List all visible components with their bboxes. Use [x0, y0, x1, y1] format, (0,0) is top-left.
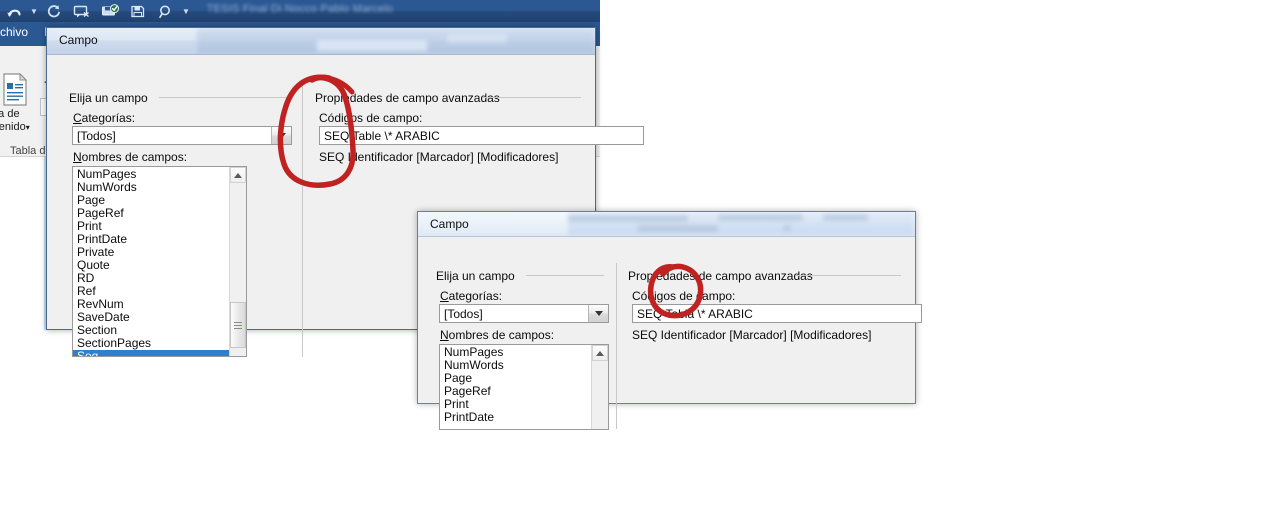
dialog1-nombres-label-rest: ombres de campos:: [81, 150, 188, 164]
screenshot-root: ▼ ▼ TESIS Final Di Nocco Pablo Marcelo c…: [0, 0, 1273, 522]
dialog1-categorias-dropdown-button[interactable]: [271, 127, 291, 144]
dialog2-title-bar: Campo: [418, 212, 915, 237]
scroll-up-button[interactable]: [592, 345, 608, 361]
dialog1-codigos-label: Códigos de campo:: [319, 111, 423, 125]
dialog2-fieldnames-items[interactable]: NumPages NumWords Page PageRef Print PrintDat…: [440, 346, 591, 424]
toc-label-line2: contenido: [0, 121, 26, 133]
dialog1-categorias-combo[interactable]: [Todos]: [72, 126, 292, 145]
dialog1-nombres-accel: N: [73, 150, 82, 164]
scrollbar-grip-icon: [234, 320, 242, 331]
dialog1-title-bar: Campo: [47, 28, 595, 55]
dialog2-fieldcodes-input[interactable]: SEQ Tabla \* ARABIC: [632, 304, 922, 323]
scrollbar-thumb[interactable]: [230, 302, 246, 348]
dialog2-nombres-label: Nombres de campos:: [440, 328, 554, 342]
dialog1-categorias-value: [Todos]: [77, 128, 116, 143]
dialog1-categorias-label: Categorías:: [73, 111, 135, 125]
chevron-down-icon: [277, 133, 286, 138]
dialog2-fieldnames-listbox[interactable]: NumPages NumWords Page PageRef Print PrintDat…: [439, 344, 609, 430]
dialog1-title: Campo: [59, 33, 98, 47]
dialog2-left-group-rule: [526, 275, 604, 276]
list-item[interactable]: PrintDate: [440, 411, 591, 424]
dialog2-group-separator: [616, 263, 617, 429]
dialog2-fieldcodes-hint: SEQ Identificador [Marcador] [Modificado…: [632, 328, 872, 342]
list-item[interactable]: RD: [73, 272, 229, 285]
dialog2-nombres-label-rest: ombres de campos:: [448, 328, 555, 342]
dialog1-group-separator: [302, 85, 303, 357]
dialog2-left-group-legend: Elija un campo: [436, 269, 515, 283]
dialog2-listbox-scrollbar[interactable]: [591, 345, 608, 429]
dialog1-listbox-scrollbar[interactable]: [229, 167, 246, 356]
dialog2-categorias-label-rest: ategorías:: [448, 289, 503, 303]
dialog2-categorias-dropdown-button[interactable]: [588, 305, 608, 322]
dialog1-left-group-rule: [159, 97, 287, 98]
list-item[interactable]: Seq: [73, 350, 229, 356]
dialog1-right-group-rule: [483, 97, 581, 98]
word-title-bar: ▼ ▼ TESIS Final Di Nocco Pablo Marcelo: [0, 0, 600, 22]
dialog1-fieldnames-items[interactable]: NumPages NumWords Page PageRef Print PrintDat…: [73, 168, 229, 356]
dialog2-categorias-label: Categorías:: [440, 289, 502, 303]
dialog2-categorias-combo[interactable]: [Todos]: [439, 304, 609, 323]
dialog2-nombres-accel: N: [440, 328, 449, 342]
dialog1-left-group-legend: Elija un campo: [69, 91, 148, 105]
word-document-title: TESIS Final Di Nocco Pablo Marcelo: [206, 3, 394, 15]
chevron-up-icon: [234, 172, 242, 178]
dialog2-codigos-label: Códigos de campo:: [632, 289, 736, 303]
dialog2-right-group-legend: Propiedades de campo avanzadas: [628, 269, 813, 283]
toc-label-line1: Tabla de: [0, 108, 20, 120]
dialog2-categorias-value: [Todos]: [444, 306, 483, 321]
dialog2-titlebar-blurred-background: [568, 212, 915, 236]
list-item[interactable]: Quote: [73, 259, 229, 272]
dialog1-fieldnames-listbox[interactable]: NumPages NumWords Page PageRef Print PrintDat…: [72, 166, 247, 357]
ribbon-tab-archivo[interactable]: Archivo: [0, 22, 39, 49]
dialog2-categorias-accel: C: [440, 289, 449, 303]
dialog2-right-group-rule: [796, 275, 901, 276]
campo-dialog-2[interactable]: Campo Elija un campo Categorías: [Todos]…: [417, 211, 922, 430]
dialog1-titlebar-blurred-background: [197, 28, 595, 54]
dialog1-categorias-accel: C: [73, 111, 82, 125]
chevron-up-icon: [596, 350, 604, 356]
dialog1-categorias-label-rest: ategorías:: [81, 111, 136, 125]
dialog1-nombres-label: Nombres de campos:: [73, 150, 187, 164]
dialog1-right-group-legend: Propiedades de campo avanzadas: [315, 91, 500, 105]
scroll-up-button[interactable]: [230, 167, 246, 183]
tabla-de-contenido-button-label[interactable]: Tabla de contenido▾: [0, 108, 48, 134]
tabla-de-contenido-icon[interactable]: [0, 72, 32, 108]
chevron-down-icon: [594, 311, 603, 316]
dialog2-title: Campo: [430, 217, 469, 231]
dialog1-fieldcodes-hint: SEQ Identificador [Marcador] [Modificado…: [319, 150, 559, 164]
toc-caret-icon[interactable]: ▾: [26, 123, 30, 132]
dialog1-fieldcodes-input[interactable]: SEQ Table \* ARABIC: [319, 126, 644, 145]
